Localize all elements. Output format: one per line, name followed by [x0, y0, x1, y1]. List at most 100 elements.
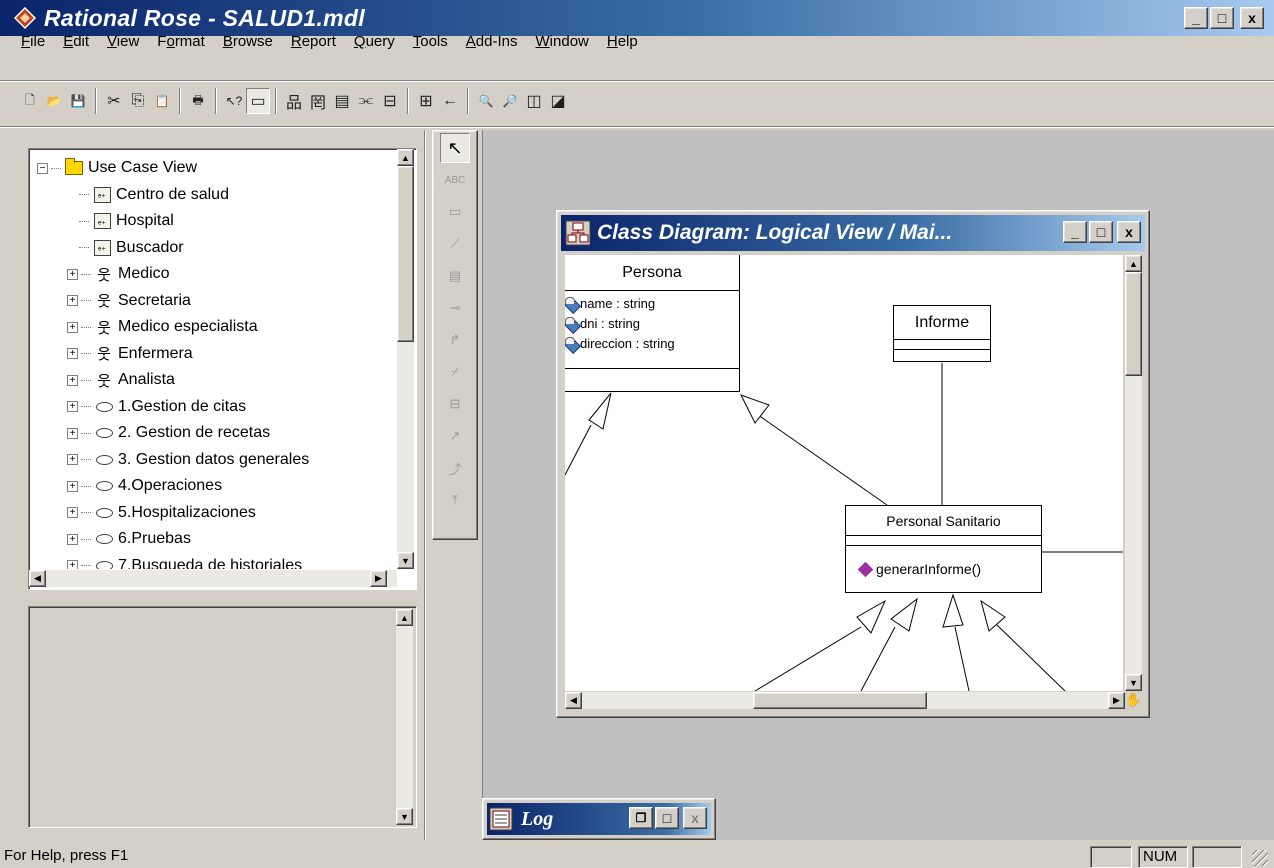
- diagram-scroll-left-icon[interactable]: ◀: [565, 692, 582, 709]
- association-tool-icon[interactable]: ↱: [440, 325, 470, 355]
- diagram-horizontal-scrollbar[interactable]: ◀ ▶: [565, 692, 1125, 709]
- expand-icon[interactable]: +: [67, 427, 78, 439]
- tree-item[interactable]: +3. Gestion datos generales: [29, 447, 395, 474]
- expand-icon[interactable]: +: [67, 295, 78, 307]
- diagram-vscroll-thumb[interactable]: [1125, 272, 1142, 376]
- menu-browse[interactable]: Browse: [214, 30, 282, 54]
- expand-icon[interactable]: +: [67, 268, 78, 280]
- pane-divider[interactable]: [424, 130, 426, 840]
- expand-icon[interactable]: +: [67, 401, 78, 413]
- text-tool-icon[interactable]: ABC: [440, 165, 470, 195]
- log-close-button[interactable]: x: [683, 807, 707, 829]
- undo-fit-icon[interactable]: ◪: [546, 88, 570, 114]
- browser-scroll-thumb[interactable]: [397, 166, 414, 342]
- previous-diagram-icon[interactable]: ←: [438, 88, 462, 114]
- tree-item[interactable]: + 웃 Medico especialista: [29, 314, 395, 341]
- tree-item[interactable]: +7.Busqueda de historiales: [29, 553, 395, 569]
- cut-icon[interactable]: ✂: [102, 88, 126, 114]
- tree-item[interactable]: ₑ₊ Buscador: [29, 235, 395, 262]
- browse-component-icon[interactable]: ▤: [330, 88, 354, 114]
- generalization-tool-icon[interactable]: ⤴: [440, 453, 470, 483]
- log-maximize-button[interactable]: □: [655, 807, 679, 829]
- scroll-right-icon[interactable]: ▶: [370, 570, 387, 587]
- doc-vertical-scrollbar[interactable]: ▲ ▼: [396, 609, 413, 825]
- expand-icon[interactable]: +: [67, 321, 78, 333]
- note-tool-icon[interactable]: ▭: [440, 197, 470, 227]
- menu-view[interactable]: View: [98, 30, 148, 54]
- diagram-scroll-down-icon[interactable]: ▼: [1125, 674, 1142, 691]
- tree-item[interactable]: +4.Operaciones: [29, 473, 395, 500]
- browse-class-icon[interactable]: 品: [282, 88, 306, 114]
- scroll-down-icon[interactable]: ▼: [397, 552, 414, 569]
- collapse-icon[interactable]: −: [37, 162, 48, 174]
- attribute-row[interactable]: dni : string: [565, 313, 739, 333]
- diagram-title-bar[interactable]: Class Diagram: Logical View / Mai... _ □…: [561, 215, 1145, 251]
- diagram-scroll-up-icon[interactable]: ▲: [1125, 255, 1142, 272]
- browse-spec-icon[interactable]: ⊞: [414, 88, 438, 114]
- aggregation-tool-icon[interactable]: ⌿: [440, 357, 470, 387]
- menu-edit[interactable]: Edit: [54, 30, 98, 54]
- expand-icon[interactable]: +: [67, 454, 78, 466]
- dependency-tool-icon[interactable]: ↗: [440, 421, 470, 451]
- expand-icon[interactable]: +: [67, 560, 78, 569]
- operation-label[interactable]: generarInforme(): [876, 561, 981, 577]
- attribute-row[interactable]: direccion : string: [565, 333, 739, 353]
- expand-icon[interactable]: +: [67, 348, 78, 360]
- browse-parent-icon[interactable]: ⊟: [378, 88, 402, 114]
- menu-file[interactable]: File: [12, 30, 54, 54]
- scroll-up-icon[interactable]: ▲: [397, 149, 414, 166]
- scroll-left-icon[interactable]: ◀: [29, 570, 46, 587]
- browser-horizontal-scrollbar[interactable]: ◀ ▶: [29, 570, 397, 587]
- tree-item[interactable]: ₑ₊ Hospital: [29, 208, 395, 235]
- context-help-icon[interactable]: ↖?: [222, 88, 246, 114]
- interface-tool-icon[interactable]: ⊸: [440, 293, 470, 323]
- class-diagram-window[interactable]: Class Diagram: Logical View / Mai... _ □…: [556, 210, 1150, 718]
- browse-deployment-icon[interactable]: ⫘: [354, 88, 378, 114]
- log-restore-button[interactable]: ❐: [629, 807, 653, 829]
- anchor-tool-icon[interactable]: ⟋: [440, 229, 470, 259]
- menu-report[interactable]: Report: [282, 30, 345, 54]
- diagram-scroll-right-icon[interactable]: ▶: [1108, 692, 1125, 709]
- model-browser[interactable]: − Use Case View ₑ₊ Centro de salud ₑ₊ Hospita…: [28, 148, 417, 590]
- maximize-button[interactable]: □: [1210, 7, 1234, 29]
- browser-vertical-scrollbar[interactable]: ▲ ▼: [397, 149, 414, 569]
- class-informe[interactable]: Informe: [893, 305, 991, 362]
- paste-icon[interactable]: 📋: [150, 88, 174, 114]
- documentation-window[interactable]: ▲ ▼: [28, 606, 417, 828]
- log-title-bar[interactable]: Log ❐ □ x: [487, 803, 711, 835]
- zoom-out-icon[interactable]: 🔎: [498, 88, 522, 114]
- menu-format[interactable]: Format: [148, 30, 214, 54]
- menu-query[interactable]: Query: [345, 30, 404, 54]
- class-personal-sanitario[interactable]: Personal Sanitario generarInforme(): [845, 505, 1042, 593]
- resize-grip-icon[interactable]: [1252, 850, 1268, 866]
- menu-add-ins[interactable]: Add-Ins: [457, 30, 527, 54]
- fit-window-icon[interactable]: ◫: [522, 88, 546, 114]
- copy-icon[interactable]: ⎘: [126, 88, 150, 114]
- diagram-close-button[interactable]: x: [1117, 221, 1141, 243]
- zoom-in-icon[interactable]: 🔍: [474, 88, 498, 114]
- menu-help[interactable]: Help: [598, 30, 647, 54]
- tree-item[interactable]: ₑ₊ Centro de salud: [29, 182, 395, 209]
- tree-item[interactable]: +1.Gestion de citas: [29, 394, 395, 421]
- save-icon[interactable]: 💾: [66, 88, 90, 114]
- diagram-canvas[interactable]: Persona name : string dni : string direc…: [565, 255, 1123, 691]
- tree-item[interactable]: + 웃 Analista: [29, 367, 395, 394]
- class-persona[interactable]: Persona name : string dni : string direc…: [565, 255, 740, 392]
- close-button[interactable]: x: [1240, 7, 1264, 29]
- diagram-vertical-scrollbar[interactable]: ▲ ▼: [1125, 255, 1142, 691]
- tree-item[interactable]: +2. Gestion de recetas: [29, 420, 395, 447]
- doc-scroll-up-icon[interactable]: ▲: [396, 609, 413, 626]
- tree-item[interactable]: − Use Case View: [29, 155, 395, 182]
- expand-icon[interactable]: +: [67, 533, 78, 545]
- log-window[interactable]: Log ❐ □ x: [482, 798, 716, 840]
- selection-tool-icon[interactable]: ↖: [440, 133, 470, 163]
- new-icon[interactable]: 🗋: [18, 88, 42, 114]
- pan-hand-icon[interactable]: ✋: [1125, 692, 1142, 709]
- open-icon[interactable]: 📂: [42, 88, 66, 114]
- minimize-button[interactable]: _: [1184, 7, 1208, 29]
- tree-item[interactable]: +6.Pruebas: [29, 526, 395, 553]
- menu-window[interactable]: Window: [527, 30, 598, 54]
- tree-item[interactable]: + 웃 Enfermera: [29, 341, 395, 368]
- tree-item[interactable]: + 웃 Medico: [29, 261, 395, 288]
- diagram-minimize-button[interactable]: _: [1063, 221, 1087, 243]
